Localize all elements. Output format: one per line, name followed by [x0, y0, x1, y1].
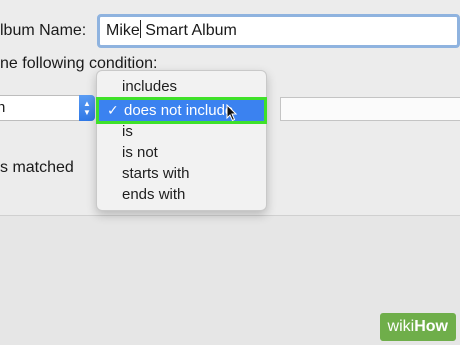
popup-stepper-icon: ▲ ▼	[79, 95, 95, 121]
menu-item-is[interactable]: is	[97, 121, 266, 142]
menu-item-includes[interactable]: includes	[97, 76, 266, 97]
smart-album-dialog: lbum Name: Mike Smart Album ne following…	[0, 0, 460, 216]
menu-item-label: includes	[122, 78, 178, 95]
checkmark-icon: ✓	[107, 102, 119, 118]
condition-dropdown-menu: includes ✓ does not include is is not sta…	[96, 70, 267, 211]
menu-item-label: does not include	[124, 102, 234, 119]
menu-item-starts-with[interactable]: starts with	[97, 163, 266, 184]
menu-item-label: ends with	[122, 186, 186, 203]
condition-value-field[interactable]	[280, 97, 460, 121]
menu-item-is-not[interactable]: is not	[97, 142, 266, 163]
album-name-text-before: Mike	[106, 22, 140, 39]
matched-label: s matched	[0, 159, 74, 176]
menu-item-does-not-include[interactable]: ✓ does not include	[96, 97, 267, 124]
album-name-field[interactable]: Mike Smart Album	[97, 14, 460, 48]
album-name-label: lbum Name:	[0, 22, 87, 39]
field-popup-button[interactable]: n ▲ ▼	[0, 95, 95, 121]
menu-item-label: is not	[122, 144, 158, 161]
menu-item-ends-with[interactable]: ends with	[97, 184, 266, 205]
wikihow-watermark-logo: wikiHow	[379, 313, 456, 341]
menu-item-label: is	[122, 123, 133, 140]
album-name-text-after: Smart Album	[140, 22, 237, 39]
menu-item-label: starts with	[122, 165, 190, 182]
field-popup-value: n	[0, 99, 6, 116]
